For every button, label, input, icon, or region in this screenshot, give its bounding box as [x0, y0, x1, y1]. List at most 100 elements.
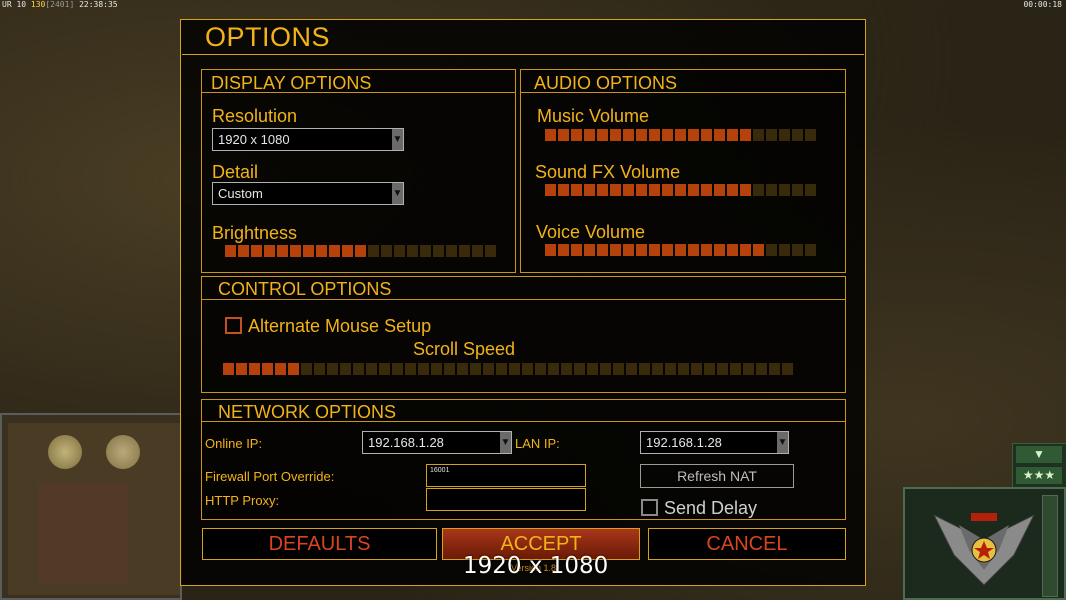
slider-segment[interactable]	[727, 129, 738, 141]
slider-segment[interactable]	[558, 184, 569, 196]
slider-segment[interactable]	[303, 245, 314, 257]
slider-segment[interactable]	[545, 184, 556, 196]
slider-segment[interactable]	[769, 363, 780, 375]
defaults-button[interactable]: DEFAULTS	[202, 528, 437, 560]
slider-segment[interactable]	[316, 245, 327, 257]
slider-segment[interactable]	[805, 184, 816, 196]
lan-ip-dropdown[interactable]: 192.168.1.28 ▼	[640, 431, 789, 454]
slider-segment[interactable]	[277, 245, 288, 257]
slider-segment[interactable]	[251, 245, 262, 257]
slider-segment[interactable]	[623, 129, 634, 141]
slider-segment[interactable]	[394, 245, 405, 257]
slider-segment[interactable]	[571, 129, 582, 141]
slider-segment[interactable]	[597, 244, 608, 256]
slider-segment[interactable]	[688, 129, 699, 141]
scroll-speed-slider[interactable]	[223, 363, 793, 375]
slider-segment[interactable]	[301, 363, 312, 375]
slider-segment[interactable]	[444, 363, 455, 375]
slider-segment[interactable]	[571, 244, 582, 256]
slider-segment[interactable]	[587, 363, 598, 375]
slider-segment[interactable]	[727, 184, 738, 196]
slider-segment[interactable]	[327, 363, 338, 375]
slider-segment[interactable]	[688, 244, 699, 256]
slider-segment[interactable]	[610, 129, 621, 141]
cancel-button[interactable]: CANCEL	[648, 528, 846, 560]
slider-segment[interactable]	[470, 363, 481, 375]
slider-segment[interactable]	[381, 245, 392, 257]
online-ip-dropdown[interactable]: 192.168.1.28 ▼	[362, 431, 512, 454]
slider-segment[interactable]	[652, 363, 663, 375]
slider-segment[interactable]	[483, 363, 494, 375]
slider-segment[interactable]	[368, 245, 379, 257]
slider-segment[interactable]	[805, 129, 816, 141]
detail-dropdown[interactable]: Custom ▼	[212, 182, 404, 205]
slider-segment[interactable]	[743, 363, 754, 375]
slider-segment[interactable]	[753, 129, 764, 141]
slider-segment[interactable]	[675, 129, 686, 141]
slider-segment[interactable]	[779, 184, 790, 196]
slider-segment[interactable]	[472, 245, 483, 257]
slider-segment[interactable]	[636, 244, 647, 256]
slider-segment[interactable]	[662, 129, 673, 141]
slider-segment[interactable]	[558, 244, 569, 256]
slider-segment[interactable]	[314, 363, 325, 375]
slider-segment[interactable]	[574, 363, 585, 375]
slider-segment[interactable]	[433, 245, 444, 257]
slider-segment[interactable]	[779, 129, 790, 141]
slider-segment[interactable]	[405, 363, 416, 375]
slider-segment[interactable]	[545, 129, 556, 141]
slider-segment[interactable]	[535, 363, 546, 375]
slider-segment[interactable]	[597, 129, 608, 141]
slider-segment[interactable]	[459, 245, 470, 257]
slider-segment[interactable]	[678, 363, 689, 375]
slider-segment[interactable]	[457, 363, 468, 375]
slider-segment[interactable]	[782, 363, 793, 375]
slider-segment[interactable]	[485, 245, 496, 257]
slider-segment[interactable]	[610, 244, 621, 256]
slider-segment[interactable]	[639, 363, 650, 375]
collapse-arrow-icon[interactable]: ▼	[1016, 446, 1062, 463]
slider-segment[interactable]	[329, 245, 340, 257]
slider-segment[interactable]	[290, 245, 301, 257]
slider-segment[interactable]	[691, 363, 702, 375]
slider-segment[interactable]	[288, 363, 299, 375]
brightness-slider[interactable]	[225, 245, 496, 257]
slider-segment[interactable]	[792, 244, 803, 256]
slider-segment[interactable]	[262, 363, 273, 375]
slider-segment[interactable]	[766, 184, 777, 196]
slider-segment[interactable]	[340, 363, 351, 375]
slider-segment[interactable]	[558, 129, 569, 141]
slider-segment[interactable]	[548, 363, 559, 375]
slider-segment[interactable]	[727, 244, 738, 256]
slider-segment[interactable]	[792, 184, 803, 196]
slider-segment[interactable]	[623, 184, 634, 196]
slider-segment[interactable]	[766, 129, 777, 141]
slider-segment[interactable]	[730, 363, 741, 375]
slider-segment[interactable]	[584, 129, 595, 141]
slider-segment[interactable]	[584, 184, 595, 196]
slider-segment[interactable]	[675, 184, 686, 196]
slider-segment[interactable]	[766, 244, 777, 256]
slider-segment[interactable]	[223, 363, 234, 375]
slider-segment[interactable]	[238, 245, 249, 257]
slider-segment[interactable]	[236, 363, 247, 375]
slider-segment[interactable]	[779, 244, 790, 256]
slider-segment[interactable]	[626, 363, 637, 375]
slider-segment[interactable]	[792, 129, 803, 141]
slider-segment[interactable]	[613, 363, 624, 375]
slider-segment[interactable]	[418, 363, 429, 375]
slider-segment[interactable]	[379, 363, 390, 375]
slider-segment[interactable]	[704, 363, 715, 375]
rank-stars-icon[interactable]: ★★★	[1016, 467, 1062, 484]
slider-segment[interactable]	[714, 129, 725, 141]
slider-segment[interactable]	[623, 244, 634, 256]
slider-segment[interactable]	[740, 244, 751, 256]
slider-segment[interactable]	[756, 363, 767, 375]
slider-segment[interactable]	[496, 363, 507, 375]
slider-segment[interactable]	[571, 184, 582, 196]
refresh-nat-button[interactable]: Refresh NAT	[640, 464, 794, 488]
slider-segment[interactable]	[701, 244, 712, 256]
slider-segment[interactable]	[355, 245, 366, 257]
sound-fx-volume-slider[interactable]	[545, 184, 816, 196]
slider-segment[interactable]	[584, 244, 595, 256]
